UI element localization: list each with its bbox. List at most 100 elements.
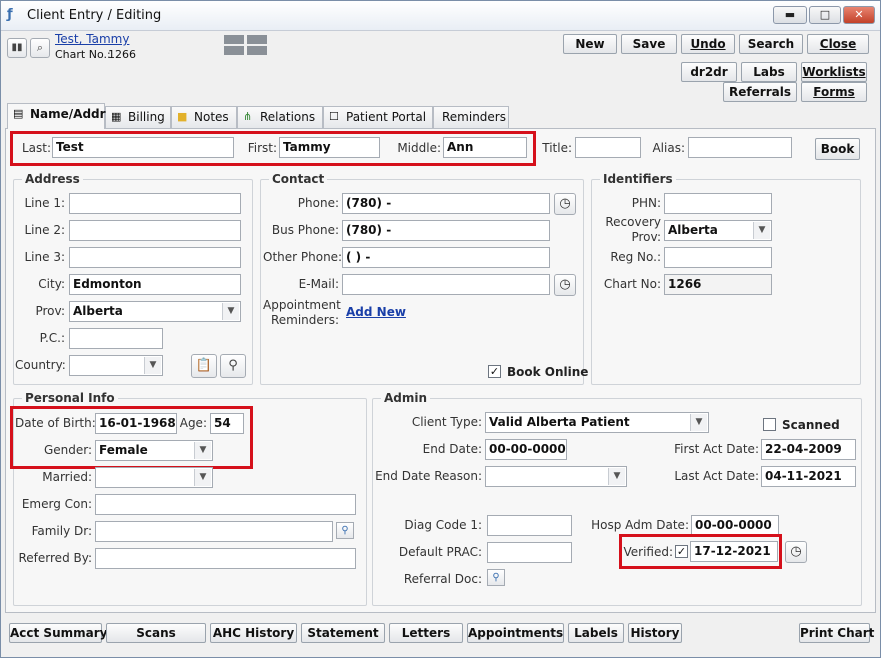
undo-button[interactable]: Undo (681, 34, 735, 54)
letters-button[interactable]: Letters (389, 623, 463, 643)
date-of-birth-field[interactable]: 16-01-1968 (95, 413, 177, 434)
address-line2-field[interactable] (69, 220, 241, 241)
worklists-button[interactable]: Worklists (801, 62, 867, 82)
chevron-down-icon: ▼ (194, 469, 211, 486)
referred-by-field[interactable] (95, 548, 356, 569)
title-bar: ƒ Client Entry / Editing ▬ □ ✕ (1, 1, 880, 31)
client-type-select[interactable]: Valid Alberta Patient ▼ (485, 412, 709, 433)
clipboard-icon[interactable]: 📋 (191, 354, 217, 378)
history-button[interactable]: History (628, 623, 682, 643)
chevron-down-icon: ▼ (690, 414, 707, 431)
default-prac-field[interactable] (487, 542, 572, 563)
save-button[interactable]: Save (621, 34, 677, 54)
labs-button[interactable]: Labs (741, 62, 797, 82)
history-clock-icon[interactable]: ◷ (785, 541, 807, 563)
person-portrait-icon: ☐ (329, 110, 339, 123)
city-label: City: (38, 277, 65, 291)
family-dr-label: Family Dr: (31, 524, 92, 538)
married-select[interactable]: ▼ (95, 467, 213, 488)
family-dr-search-icon[interactable]: ⚲ (336, 522, 354, 539)
phone-field[interactable]: (780) - (342, 193, 550, 214)
forms-button[interactable]: Forms (801, 82, 867, 102)
book-online-checkbox[interactable]: ✓ (488, 365, 501, 378)
reg-no-label: Reg No.: (610, 250, 661, 264)
chart-no-id-label: Chart No: (603, 277, 661, 291)
ahc-history-button[interactable]: AHC History (210, 623, 297, 643)
referred-by-label: Referred By: (18, 551, 93, 565)
history-clock-icon[interactable]: ◷ (554, 193, 576, 215)
maximize-button[interactable]: □ (809, 6, 841, 24)
card-view-icon[interactable]: ▮▮ (7, 38, 27, 58)
search-button[interactable]: Search (739, 34, 803, 54)
close-button[interactable]: Close (807, 34, 869, 54)
scans-button[interactable]: Scans (106, 623, 206, 643)
add-new-reminder-link[interactable]: Add New (346, 305, 406, 319)
book-button[interactable]: Book (815, 138, 860, 160)
chart-no-label: Chart No.: (55, 48, 111, 61)
scanned-checkbox[interactable] (763, 418, 776, 431)
statement-button[interactable]: Statement (301, 623, 385, 643)
dr2dr-button[interactable]: dr2dr (681, 62, 737, 82)
diag-code-label: Diag Code 1: (404, 518, 482, 532)
client-entry-window: ƒ Client Entry / Editing ▬ □ ✕ ▮▮ ⌕ Test… (0, 0, 881, 658)
gender-select[interactable]: Female ▼ (95, 440, 213, 461)
bus-phone-field[interactable]: (780) - (342, 220, 550, 241)
alias-field[interactable] (688, 137, 792, 158)
verified-checkbox[interactable]: ✓ (675, 545, 688, 558)
reg-no-field[interactable] (664, 247, 772, 268)
chart-no-field: 1266 (664, 274, 772, 295)
last-name-field[interactable]: Test (52, 137, 234, 158)
diag-code-field[interactable] (487, 515, 572, 536)
title-label: Title: (542, 141, 572, 155)
acct-summary-button[interactable]: Acct Summary (9, 623, 107, 643)
grid-layout-icon[interactable] (224, 35, 268, 55)
appointment-reminders-label-1: Appointment (263, 298, 341, 312)
alias-label: Alias: (652, 141, 685, 155)
minimize-button[interactable]: ▬ (773, 6, 807, 24)
new-button[interactable]: New (563, 34, 617, 54)
tab-name-addr[interactable]: ▤ Name/Addr (7, 103, 106, 129)
phn-field[interactable] (664, 193, 772, 214)
title-field[interactable] (575, 137, 641, 158)
magnifier-icon[interactable]: ⌕ (30, 38, 50, 58)
tab-relations[interactable]: ⋔ Relations (237, 106, 323, 128)
address-line1-field[interactable] (69, 193, 241, 214)
search-icon[interactable]: ⚲ (220, 354, 246, 378)
middle-name-field[interactable]: Ann (443, 137, 527, 158)
chevron-down-icon: ▼ (194, 442, 211, 459)
country-label: Country: (15, 358, 66, 372)
hosp-adm-date-field[interactable]: 00-00-0000 (691, 515, 779, 536)
close-window-button[interactable]: ✕ (843, 6, 875, 24)
email-field[interactable] (342, 274, 550, 295)
tab-notes[interactable]: ■ Notes (171, 106, 237, 128)
appointments-button[interactable]: Appointments (467, 623, 564, 643)
pc-label: P.C.: (39, 331, 65, 345)
patient-name-link[interactable]: Test, Tammy (55, 32, 129, 46)
end-date-field[interactable]: 00-00-0000 (485, 439, 567, 460)
end-date-reason-label: End Date Reason: (375, 469, 482, 483)
other-phone-field[interactable]: ( ) - (342, 247, 550, 268)
postal-code-field[interactable] (69, 328, 163, 349)
referrals-button[interactable]: Referrals (723, 82, 797, 102)
address-line3-field[interactable] (69, 247, 241, 268)
recovery-prov-select[interactable]: Alberta ▼ (664, 220, 772, 241)
family-dr-field[interactable] (95, 521, 333, 542)
prov-select[interactable]: Alberta ▼ (69, 301, 241, 322)
appointment-reminders-label-2: Reminders: (270, 313, 339, 327)
emergency-contact-field[interactable] (95, 494, 356, 515)
history-clock-icon[interactable]: ◷ (554, 274, 576, 296)
first-name-field[interactable]: Tammy (279, 137, 380, 158)
tab-reminders[interactable]: Reminders (433, 106, 509, 128)
city-field[interactable]: Edmonton (69, 274, 241, 295)
tab-billing[interactable]: ▦ Billing (105, 106, 171, 128)
verified-date-field[interactable]: 17-12-2021 (690, 541, 778, 562)
other-phone-label: Other Phone: (263, 250, 343, 264)
print-chart-button[interactable]: Print Chart (799, 623, 874, 643)
phn-label: PHN: (631, 196, 661, 210)
tab-patient-portal[interactable]: ☐ Patient Portal (323, 106, 433, 128)
referral-doc-label: Referral Doc: (403, 572, 482, 586)
end-date-reason-select[interactable]: ▼ (485, 466, 627, 487)
country-select[interactable]: ▼ (69, 355, 163, 376)
labels-button[interactable]: Labels (568, 623, 624, 643)
referral-doc-search-icon[interactable]: ⚲ (487, 569, 505, 586)
